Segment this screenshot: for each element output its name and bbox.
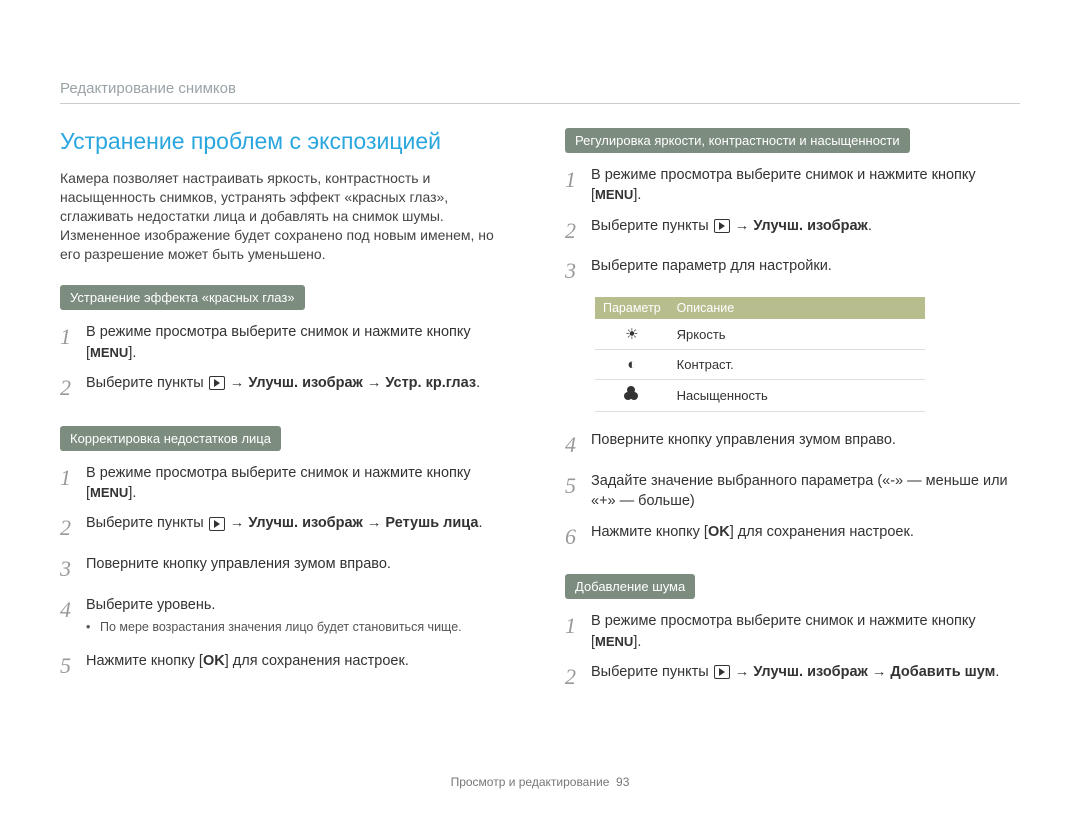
- saturation-icon: [595, 380, 669, 412]
- contrast-icon: ◐: [595, 350, 669, 380]
- page-title: Устранение проблем с экспозицией: [60, 128, 515, 155]
- table-row: Насыщенность: [595, 380, 925, 412]
- ok-button-label: OK: [708, 524, 730, 540]
- step-item: 1 В режиме просмотра выберите снимок и н…: [565, 165, 1020, 206]
- step-item: 1 В режиме просмотра выберите снимок и н…: [60, 322, 515, 363]
- manual-page: Редактирование снимков Устранение пробле…: [0, 0, 1080, 815]
- steps-face: 1 В режиме просмотра выберите снимок и н…: [60, 463, 515, 682]
- step-text: Выберите пункты → Улучш. изображ → Ретуш…: [86, 513, 515, 544]
- step-number: 1: [60, 322, 86, 363]
- step-item: 3 Поверните кнопку управления зумом впра…: [60, 554, 515, 585]
- badge-face: Корректировка недостатков лица: [60, 426, 281, 451]
- step-number: 1: [565, 165, 591, 206]
- step-item: 3 Выберите параметр для настройки.: [565, 256, 1020, 287]
- intro-text: Камера позволяет настраивать яркость, ко…: [60, 169, 515, 263]
- sub-bullet-list: •По мере возрастания значения лицо будет…: [86, 619, 515, 637]
- steps-redeye: 1 В режиме просмотра выберите снимок и н…: [60, 322, 515, 403]
- ok-button-label: OK: [203, 653, 225, 669]
- badge-redeye: Устранение эффекта «красных глаз»: [60, 285, 305, 310]
- step-item: 5 Задайте значение выбранного параметра …: [565, 471, 1020, 512]
- step-item: 2 Выберите пункты → Улучш. изображ → Уст…: [60, 373, 515, 404]
- play-icon: [209, 376, 225, 390]
- step-text: Выберите уровень. •По мере возрастания з…: [86, 595, 515, 641]
- bullet-dot-icon: •: [86, 619, 100, 637]
- step-number: 2: [565, 216, 591, 247]
- right-column: Регулировка яркости, контрастности и нас…: [565, 128, 1020, 715]
- step-number: 1: [565, 611, 591, 652]
- menu-button-label: MENU: [90, 485, 128, 500]
- play-icon: [714, 219, 730, 233]
- step-item: 2 Выберите пункты → Улучш. изображ → Рет…: [60, 513, 515, 544]
- steps-adjust-cont: 4 Поверните кнопку управления зумом впра…: [565, 430, 1020, 552]
- table-cell: Насыщенность: [669, 380, 925, 412]
- step-number: 4: [60, 595, 86, 641]
- step-text: Поверните кнопку управления зумом вправо…: [86, 554, 515, 585]
- steps-adjust: 1 В режиме просмотра выберите снимок и н…: [565, 165, 1020, 287]
- table-row: ◐ Контраст.: [595, 350, 925, 380]
- step-text: Выберите пункты → Улучш. изображ.: [591, 216, 1020, 247]
- step-number: 2: [60, 373, 86, 404]
- play-icon: [209, 517, 225, 531]
- page-footer: Просмотр и редактирование 93: [0, 775, 1080, 789]
- menu-button-label: MENU: [595, 634, 633, 649]
- step-text: В режиме просмотра выберите снимок и наж…: [86, 463, 515, 504]
- step-text: В режиме просмотра выберите снимок и наж…: [86, 322, 515, 363]
- table-header-desc: Описание: [669, 297, 925, 319]
- step-text: Нажмите кнопку [OK] для сохранения настр…: [591, 522, 1020, 553]
- step-text: Поверните кнопку управления зумом вправо…: [591, 430, 1020, 461]
- badge-noise: Добавление шума: [565, 574, 695, 599]
- step-number: 1: [60, 463, 86, 504]
- sub-bullet-item: •По мере возрастания значения лицо будет…: [86, 619, 515, 637]
- menu-button-label: MENU: [595, 187, 633, 202]
- footer-page-number: 93: [616, 775, 629, 789]
- step-item: 2 Выберите пункты → Улучш. изображ → Доб…: [565, 662, 1020, 693]
- table-row: ☀ Яркость: [595, 319, 925, 350]
- content-columns: Устранение проблем с экспозицией Камера …: [60, 128, 1020, 715]
- step-item: 1 В режиме просмотра выберите снимок и н…: [60, 463, 515, 504]
- step-text: Выберите параметр для настройки.: [591, 256, 1020, 287]
- table-cell: Яркость: [669, 319, 925, 350]
- step-text: В режиме просмотра выберите снимок и наж…: [591, 611, 1020, 652]
- table-cell: Контраст.: [669, 350, 925, 380]
- step-text: Нажмите кнопку [OK] для сохранения настр…: [86, 651, 515, 682]
- breadcrumb: Редактирование снимков: [60, 80, 1020, 104]
- step-text: Задайте значение выбранного параметра («…: [591, 471, 1020, 512]
- parameter-table: Параметр Описание ☀ Яркость ◐ Контраст.: [595, 297, 925, 412]
- step-text: В режиме просмотра выберите снимок и наж…: [591, 165, 1020, 206]
- brightness-icon: ☀: [595, 319, 669, 350]
- left-column: Устранение проблем с экспозицией Камера …: [60, 128, 515, 715]
- step-number: 3: [565, 256, 591, 287]
- step-text: Выберите пункты → Улучш. изображ → Добав…: [591, 662, 1020, 693]
- badge-adjust: Регулировка яркости, контрастности и нас…: [565, 128, 910, 153]
- steps-noise: 1 В режиме просмотра выберите снимок и н…: [565, 611, 1020, 692]
- step-item: 4 Поверните кнопку управления зумом впра…: [565, 430, 1020, 461]
- step-number: 2: [565, 662, 591, 693]
- menu-button-label: MENU: [90, 345, 128, 360]
- step-item: 4 Выберите уровень. •По мере возрастания…: [60, 595, 515, 641]
- step-item: 2 Выберите пункты → Улучш. изображ.: [565, 216, 1020, 247]
- step-item: 5 Нажмите кнопку [OK] для сохранения нас…: [60, 651, 515, 682]
- footer-text: Просмотр и редактирование: [451, 775, 610, 789]
- step-number: 3: [60, 554, 86, 585]
- step-number: 5: [565, 471, 591, 512]
- play-icon: [714, 665, 730, 679]
- step-number: 6: [565, 522, 591, 553]
- step-text: Выберите пункты → Улучш. изображ → Устр.…: [86, 373, 515, 404]
- step-item: 6 Нажмите кнопку [OK] для сохранения нас…: [565, 522, 1020, 553]
- step-number: 2: [60, 513, 86, 544]
- table-header-param: Параметр: [595, 297, 669, 319]
- step-number: 4: [565, 430, 591, 461]
- step-number: 5: [60, 651, 86, 682]
- step-item: 1 В режиме просмотра выберите снимок и н…: [565, 611, 1020, 652]
